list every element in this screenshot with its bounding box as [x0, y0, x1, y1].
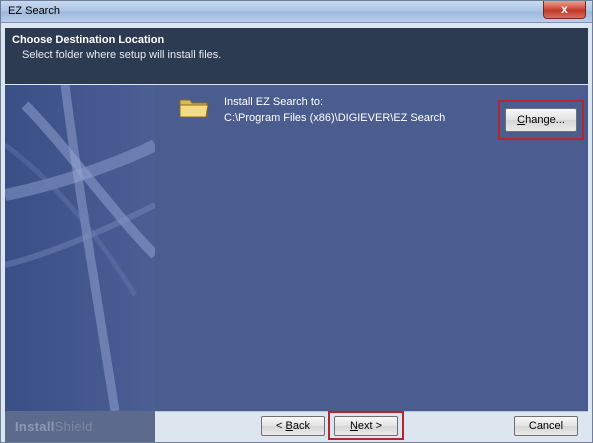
next-mnemonic: N: [349, 420, 358, 432]
logo-bold: Install: [15, 419, 55, 434]
change-label: hange...: [525, 114, 565, 126]
back-button[interactable]: < Back: [261, 416, 325, 436]
window-title: EZ Search: [8, 5, 60, 17]
page-header: Choose Destination Location Select folde…: [5, 28, 588, 84]
change-button[interactable]: Change...: [505, 108, 577, 132]
next-button[interactable]: Next >: [334, 416, 398, 436]
back-mnemonic: B: [285, 420, 293, 432]
installshield-logo: InstallShield: [15, 419, 93, 434]
page-title: Choose Destination Location: [12, 34, 165, 46]
install-path: C:\Program Files (x86)\DIGIEVER\EZ Searc…: [224, 112, 446, 124]
banner-graphic: [5, 85, 159, 411]
back-prefix: <: [276, 420, 286, 432]
footer-bar: InstallShield < Back Next > Cancel: [5, 411, 588, 442]
install-location-label: Install EZ Search to:: [224, 96, 324, 108]
logo-light: Shield: [54, 419, 93, 434]
side-banner-image: [5, 85, 159, 411]
change-mnemonic: C: [517, 114, 526, 126]
cancel-button[interactable]: Cancel: [514, 416, 578, 436]
setup-window: EZ Search x Choose Destination Location …: [0, 0, 593, 443]
next-label: ext >: [357, 420, 383, 432]
folder-icon: [179, 95, 209, 119]
page-subtitle: Select folder where setup will install f…: [22, 49, 222, 61]
close-icon: x: [561, 2, 568, 16]
title-bar[interactable]: EZ Search x: [1, 1, 592, 23]
content-panel: Install EZ Search to: C:\Program Files (…: [5, 85, 588, 411]
close-button[interactable]: x: [543, 1, 586, 19]
back-label: ack: [292, 420, 310, 432]
